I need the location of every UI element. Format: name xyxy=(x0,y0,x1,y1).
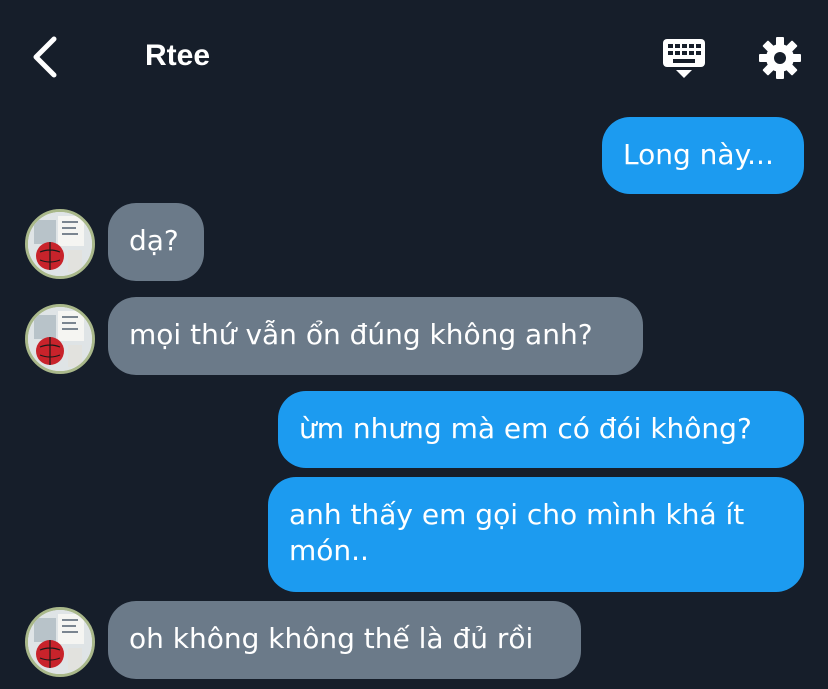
chat-header: Rtee xyxy=(0,0,828,110)
settings-button[interactable] xyxy=(758,36,802,80)
message-bubble-incoming[interactable]: mọi thứ vẫn ổn đúng không anh? xyxy=(108,297,643,375)
avatar-image xyxy=(28,212,92,276)
chevron-left-icon xyxy=(33,36,57,78)
gear-icon xyxy=(759,37,801,79)
message-bubble-outgoing[interactable]: Long này... xyxy=(602,117,804,194)
message-bubble-incoming[interactable]: dạ? xyxy=(108,203,204,281)
message-bubble-outgoing[interactable]: ừm nhưng mà em có đói không? xyxy=(278,391,804,468)
avatar[interactable] xyxy=(25,607,95,677)
chat-title: Rtee xyxy=(145,39,211,72)
avatar-image xyxy=(28,307,92,371)
keyboard-button[interactable] xyxy=(661,37,707,79)
avatar[interactable] xyxy=(25,209,95,279)
back-button[interactable] xyxy=(26,33,66,81)
keyboard-icon xyxy=(663,39,705,78)
message-bubble-incoming[interactable]: oh không không thế là đủ rồi xyxy=(108,601,581,679)
avatar-image xyxy=(28,610,92,674)
avatar[interactable] xyxy=(25,304,95,374)
message-bubble-outgoing[interactable]: anh thấy em gọi cho mình khá ít món.. xyxy=(268,477,804,592)
